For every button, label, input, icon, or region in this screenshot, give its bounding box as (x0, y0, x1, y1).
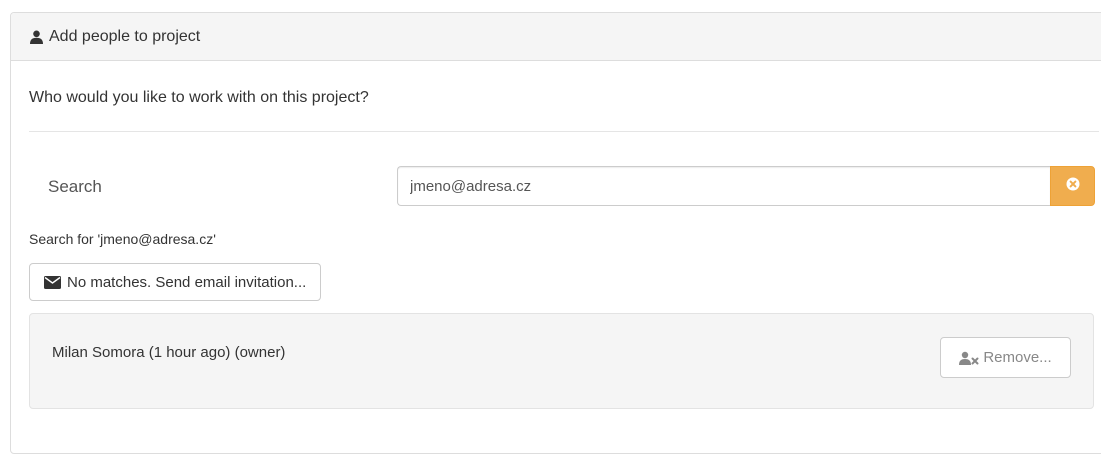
envelope-icon (44, 275, 61, 289)
search-input[interactable] (397, 166, 1050, 206)
remove-member-button[interactable]: Remove... (940, 337, 1071, 378)
send-invitation-button[interactable]: No matches. Send email invitation... (29, 263, 322, 301)
search-input-group (397, 166, 1095, 206)
clear-search-button[interactable] (1050, 166, 1095, 206)
add-people-panel: Add people to project Who would you like… (10, 12, 1101, 454)
member-list-item: Milan Somora (1 hour ago) (owner) Remove… (29, 313, 1094, 409)
panel-heading: Add people to project (11, 13, 1101, 61)
panel-title: Add people to project (49, 27, 201, 45)
user-icon (30, 30, 43, 44)
divider (29, 131, 1099, 132)
send-invitation-label: No matches. Send email invitation... (67, 273, 307, 291)
search-label: Search (48, 177, 102, 196)
remove-label: Remove... (983, 349, 1052, 366)
user-times-icon (959, 351, 979, 365)
member-name: Milan Somora (1 hour ago) (owner) (52, 344, 286, 361)
search-for-text: Search for 'jmeno@adresa.cz' (29, 231, 216, 247)
times-circle-icon (1066, 177, 1080, 196)
question-text: Who would you like to work with on this … (29, 89, 369, 106)
